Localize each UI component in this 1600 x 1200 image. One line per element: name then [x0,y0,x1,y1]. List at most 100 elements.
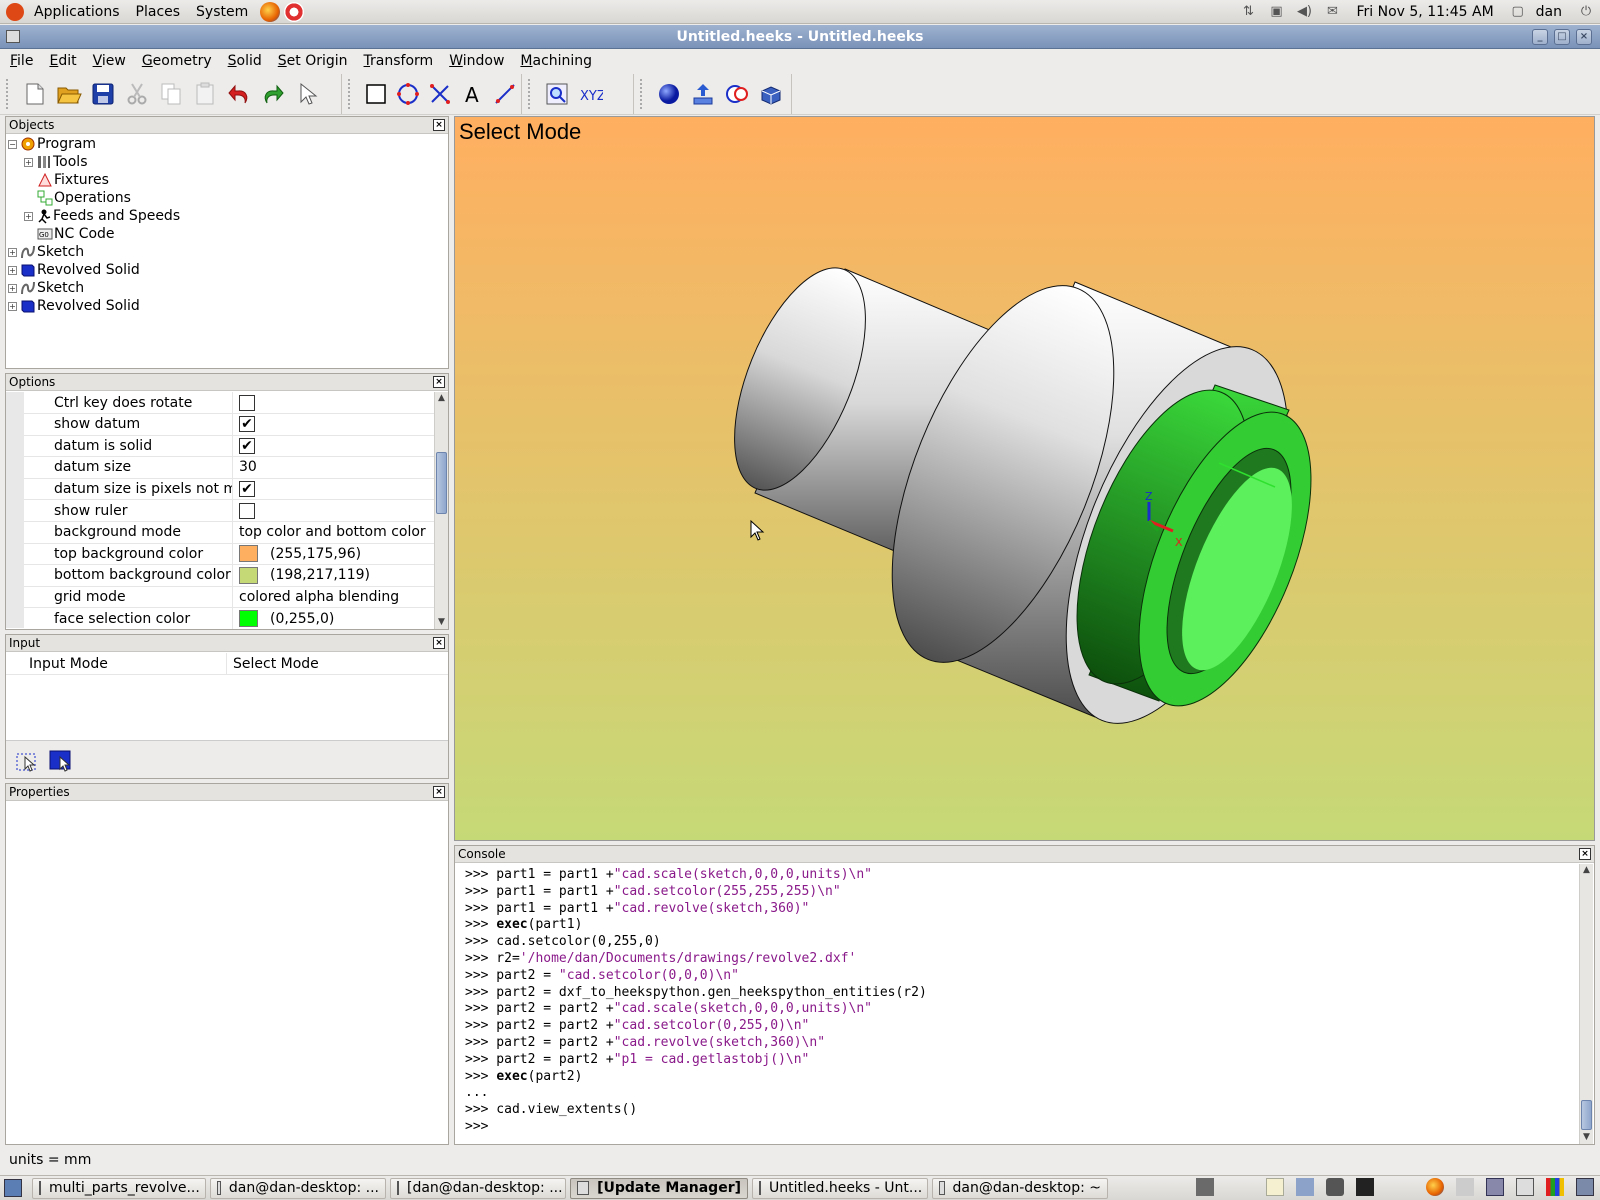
ubuntu-logo-icon[interactable] [6,3,24,21]
mail-icon[interactable]: ✉ [1323,4,1341,20]
scroll-thumb[interactable] [1581,1100,1592,1130]
extrude-button[interactable] [689,80,717,108]
help-launcher-icon[interactable] [284,2,304,22]
firefox-launcher-icon[interactable] [260,2,280,22]
toolbar-grip[interactable] [528,79,534,109]
trash-icon[interactable] [1576,1178,1594,1196]
view-extents-button[interactable] [543,80,571,108]
network-icon[interactable]: ⇅ [1239,4,1257,20]
menu-machining[interactable]: Machining [514,53,598,69]
option-value[interactable]: (255,175,96) [233,545,361,562]
revolve-button[interactable] [723,80,751,108]
scroll-up-icon[interactable]: ▲ [1580,864,1593,877]
view-axes-button[interactable]: XYZ [577,80,605,108]
undo-button[interactable] [225,80,253,108]
expand-icon[interactable]: + [8,248,17,257]
tree-item-nc-code[interactable]: G0 NC Code [37,225,115,243]
show-desktop-icon[interactable] [4,1179,22,1197]
new-file-button[interactable] [21,80,49,108]
option-row[interactable]: show datum✔ [24,414,440,436]
option-value[interactable]: (198,217,119) [233,567,370,584]
camera-icon[interactable] [1326,1178,1344,1196]
power-icon[interactable]: ⏻ [1577,4,1595,20]
close-properties-panel-button[interactable]: × [433,786,445,798]
close-console-panel-button[interactable]: × [1579,848,1591,860]
option-value[interactable]: ✔ [233,481,255,497]
scroll-thumb[interactable] [436,452,447,514]
menu-solid[interactable]: Solid [222,53,268,69]
color-swatch[interactable] [239,610,258,627]
window-titlebar[interactable]: Untitled.heeks - Untitled.heeks _ □ × [0,25,1600,49]
user-name[interactable]: dan [1536,4,1562,20]
taskbar-button[interactable]: Untitled.heeks - Unt... [752,1178,928,1199]
option-value[interactable]: colored alpha blending [233,589,399,605]
workspace-switcher-icon[interactable] [1546,1178,1564,1196]
tree-item-revolved-solid[interactable]: + Revolved Solid [8,297,140,315]
tree-item-feeds-and-speeds[interactable]: + Feeds and Speeds [24,207,180,225]
redo-button[interactable] [259,80,287,108]
option-value[interactable]: ✔ [233,416,255,432]
option-value[interactable] [233,503,255,519]
close-input-panel-button[interactable]: × [433,637,445,649]
options-scrollbar[interactable]: ▲ ▼ [434,392,448,629]
text-button[interactable]: A [460,80,486,108]
tray-app-icon[interactable] [1456,1178,1474,1196]
expand-icon[interactable]: + [24,212,33,221]
collapse-icon[interactable]: − [8,140,17,149]
tree-item-sketch[interactable]: + Sketch [8,279,84,297]
option-value[interactable]: 30 [233,459,257,475]
terminal-icon[interactable] [1356,1178,1374,1196]
expand-icon[interactable]: + [8,266,17,275]
workspace-1-icon[interactable] [1486,1178,1504,1196]
option-row[interactable]: datum size30 [24,457,440,479]
option-value[interactable]: top color and bottom color [233,524,426,540]
option-row[interactable]: datum size is pixels not mm✔ [24,478,440,500]
console-scrollbar[interactable]: ▲ ▼ [1579,864,1593,1144]
tree-item-tools[interactable]: + Tools [24,153,88,171]
volume-icon[interactable]: ◀) [1295,4,1313,20]
copy-button[interactable] [157,80,185,108]
select-button[interactable] [293,80,321,108]
close-window-button[interactable]: × [1576,29,1592,45]
menu-edit[interactable]: Edit [43,53,82,69]
option-row[interactable]: grid modecolored alpha blending [24,586,440,608]
option-row[interactable]: datum is solid✔ [24,435,440,457]
taskbar-button[interactable]: dan@dan-desktop: ~ [932,1178,1108,1199]
paste-button[interactable] [191,80,219,108]
clock[interactable]: Fri Nov 5, 11:45 AM [1356,4,1493,20]
cut-button[interactable] [123,80,151,108]
window-select-button[interactable] [48,749,72,773]
circle-button[interactable] [395,80,421,108]
toolbar-grip[interactable] [348,79,354,109]
option-checkbox[interactable]: ✔ [239,438,255,454]
toolbar-grip[interactable] [640,79,646,109]
menu-transform[interactable]: Transform [358,53,440,69]
option-value[interactable]: ✔ [233,438,255,454]
option-checkbox[interactable]: ✔ [239,416,255,432]
select-tool-button[interactable] [15,749,39,773]
option-value[interactable] [233,395,255,411]
option-row[interactable]: top background color(255,175,96) [24,543,440,565]
option-row[interactable]: Ctrl key does rotate [24,392,440,414]
close-options-panel-button[interactable]: × [433,376,445,388]
expand-icon[interactable]: + [8,302,17,311]
workspace-2-icon[interactable] [1516,1178,1534,1196]
scroll-down-icon[interactable]: ▼ [435,616,448,629]
input-mode-row[interactable]: Input Mode Select Mode [6,653,448,675]
menu-view[interactable]: View [87,53,132,69]
calculator-icon[interactable] [1196,1178,1214,1196]
option-checkbox[interactable] [239,503,255,519]
window-menu-icon[interactable] [6,30,20,43]
option-row[interactable]: show ruler [24,500,440,522]
option-value[interactable]: (0,255,0) [233,610,334,627]
menu-window[interactable]: Window [443,53,510,69]
menu-set-origin[interactable]: Set Origin [272,53,354,69]
maximize-button[interactable]: □ [1554,29,1570,45]
option-row[interactable]: bottom background color(198,217,119) [24,565,440,587]
option-row[interactable]: face selection color(0,255,0) [24,608,440,630]
system-menu[interactable]: System [188,4,256,20]
taskbar-button[interactable]: dan@dan-desktop: ... [210,1178,386,1199]
firefox-icon[interactable] [1426,1178,1444,1196]
toolbar-grip[interactable] [6,79,12,109]
expand-icon[interactable]: + [24,158,33,167]
